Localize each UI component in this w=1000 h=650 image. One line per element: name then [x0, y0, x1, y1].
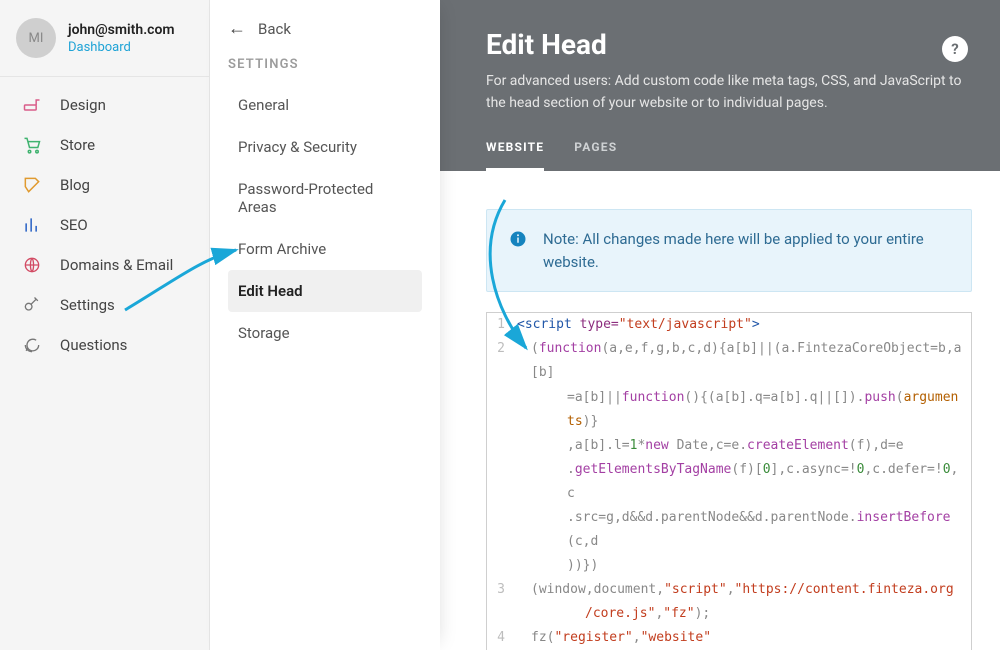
nav-item-blog[interactable]: Blog	[0, 165, 209, 205]
nav-label: SEO	[60, 216, 88, 234]
settings-item-password[interactable]: Password-Protected Areas	[228, 168, 422, 228]
globe-icon	[22, 255, 42, 275]
tab-pages[interactable]: PAGES	[574, 140, 617, 171]
main-content: ? Edit Head For advanced users: Add cust…	[440, 0, 1000, 650]
settings-item-privacy[interactable]: Privacy & Security	[228, 126, 422, 168]
main-body: Note: All changes made here will be appl…	[440, 171, 1000, 650]
settings-item-storage[interactable]: Storage	[228, 312, 422, 354]
store-icon	[22, 135, 42, 155]
seo-icon	[22, 215, 42, 235]
nav-list: Design Store Blog SEO	[0, 77, 209, 373]
design-icon	[22, 95, 42, 115]
nav-label: Domains & Email	[60, 256, 173, 274]
nav-label: Settings	[60, 296, 115, 314]
user-header: MI john@smith.com Dashboard	[0, 0, 209, 77]
back-label: Back	[258, 20, 291, 38]
main-header: ? Edit Head For advanced users: Add cust…	[440, 0, 1000, 171]
nav-item-design[interactable]: Design	[0, 85, 209, 125]
help-button[interactable]: ?	[942, 36, 968, 62]
settings-item-edit-head[interactable]: Edit Head	[228, 270, 422, 312]
settings-list: General Privacy & Security Password-Prot…	[228, 84, 422, 354]
blog-icon	[22, 175, 42, 195]
chat-icon	[22, 335, 42, 355]
dashboard-link[interactable]: Dashboard	[68, 40, 175, 55]
nav-label: Design	[60, 96, 106, 114]
settings-item-form-archive[interactable]: Form Archive	[228, 228, 422, 270]
nav-item-questions[interactable]: Questions	[0, 325, 209, 365]
back-arrow-icon: ←	[228, 18, 246, 39]
tab-website[interactable]: WEBSITE	[486, 140, 544, 171]
settings-panel: ← Back SETTINGS General Privacy & Securi…	[210, 0, 440, 650]
sidebar-left: MI john@smith.com Dashboard Design Store	[0, 0, 210, 650]
settings-panel-title: SETTINGS	[228, 57, 422, 72]
info-icon	[509, 230, 527, 248]
settings-item-general[interactable]: General	[228, 84, 422, 126]
page-description: For advanced users: Add custom code like…	[486, 71, 964, 114]
nav-item-store[interactable]: Store	[0, 125, 209, 165]
nav-item-domains[interactable]: Domains & Email	[0, 245, 209, 285]
info-note-text: Note: All changes made here will be appl…	[543, 228, 949, 273]
avatar: MI	[16, 18, 56, 58]
nav-label: Blog	[60, 176, 90, 194]
settings-icon	[22, 295, 42, 315]
page-title: Edit Head	[486, 28, 964, 61]
code-editor[interactable]: 1<script type="text/javascript"> 2(funct…	[486, 312, 972, 650]
nav-label: Questions	[60, 336, 127, 354]
nav-label: Store	[60, 136, 95, 154]
back-button[interactable]: ← Back	[228, 18, 422, 39]
info-note: Note: All changes made here will be appl…	[486, 209, 972, 292]
nav-item-seo[interactable]: SEO	[0, 205, 209, 245]
nav-item-settings[interactable]: Settings	[0, 285, 209, 325]
user-email: john@smith.com	[68, 22, 175, 38]
tabs: WEBSITE PAGES	[486, 140, 964, 171]
